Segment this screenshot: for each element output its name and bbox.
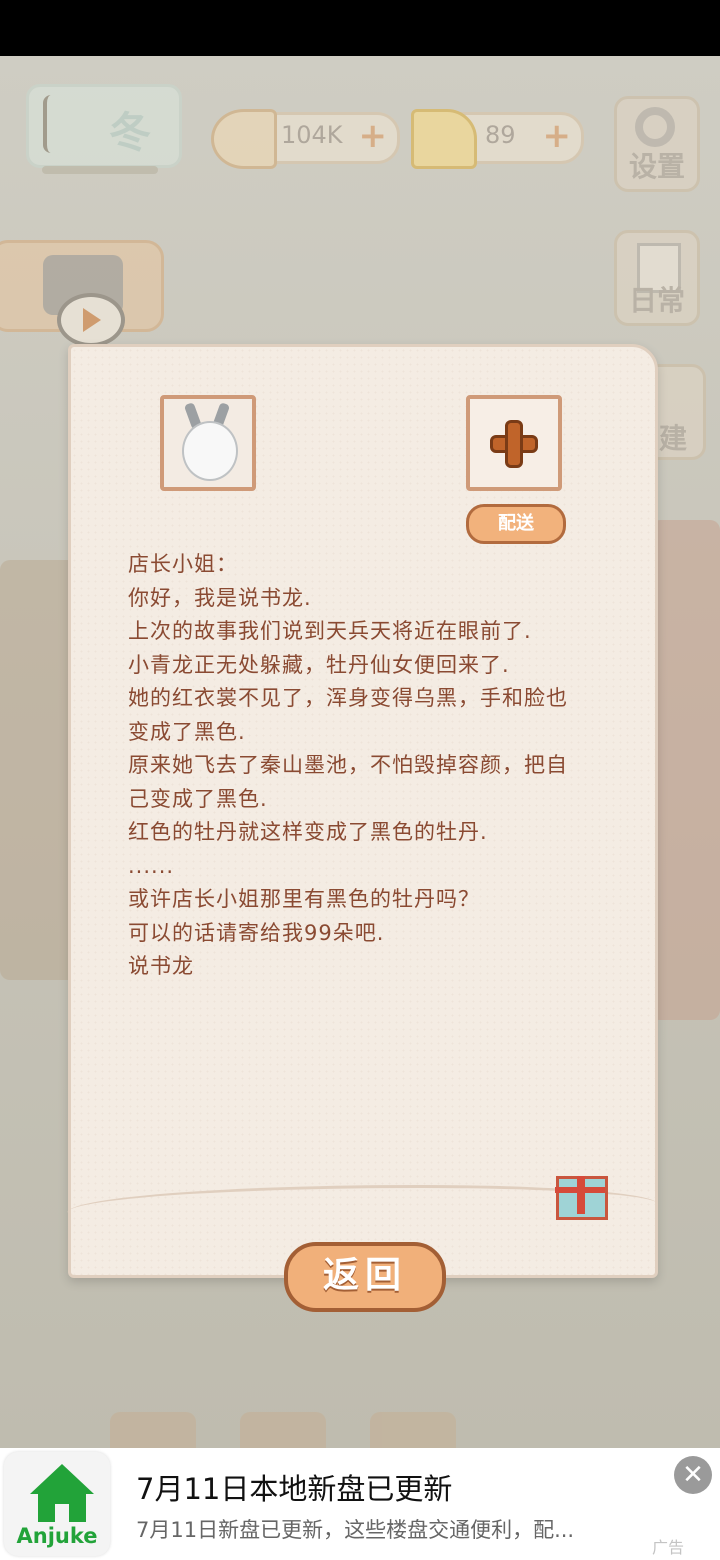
anjuke-logo: Anjuke (4, 1452, 110, 1556)
bottom-menu-item[interactable] (240, 1412, 326, 1448)
status-bar (0, 0, 720, 56)
season-badge[interactable]: 冬 (26, 84, 182, 168)
fish-bone-icon (211, 109, 277, 169)
plus-icon (505, 420, 523, 468)
ad-tag: 广告 (652, 1538, 685, 1557)
daily-button[interactable]: 日常 (614, 230, 700, 326)
gift-icon[interactable] (555, 1176, 608, 1220)
bottom-menu-item[interactable] (370, 1412, 456, 1448)
add-cheese-button[interactable]: + (543, 117, 572, 155)
cheese-icon (411, 109, 477, 169)
gear-icon (635, 107, 675, 147)
cheese-resource: 89 + (411, 109, 584, 169)
letter-body: 店长小姐： 你好，我是说书龙. 上次的故事我们说到天兵天将近在眼前了. 小青龙正… (128, 552, 568, 978)
ad-title: 7月11日本地新盘已更新 (136, 1472, 453, 1506)
add-fish-button[interactable]: + (359, 117, 388, 155)
sender-avatar (160, 395, 256, 491)
return-button[interactable]: 返回 (284, 1242, 446, 1312)
house-roof-icon (30, 1464, 94, 1494)
fish-resource: 104K + (211, 109, 400, 169)
cheese-value: 89 (485, 121, 516, 149)
dragon-face-icon (182, 421, 238, 481)
ad-description: 7月11日新盘已更新，这些楼盘交通便利，配... (136, 1518, 575, 1542)
pagoda-decoration (650, 520, 720, 1020)
fish-value: 104K (281, 121, 343, 149)
deliver-button[interactable]: 配送 (466, 504, 566, 544)
play-icon[interactable] (57, 293, 125, 347)
winter-tree-icon (43, 95, 97, 153)
season-progress-bar (42, 166, 158, 174)
video-reward-card[interactable] (0, 240, 164, 347)
season-label: 冬 (109, 108, 152, 157)
daily-label: 日常 (628, 284, 685, 317)
ad-banner[interactable]: Anjuke 7月11日本地新盘已更新 7月11日新盘已更新，这些楼盘交通便利，… (0, 1448, 720, 1560)
add-item-slot[interactable] (466, 395, 562, 491)
bottom-menu-strip (110, 1412, 610, 1488)
house-icon (38, 1492, 86, 1522)
ad-brand-label: Anjuke (16, 1524, 98, 1548)
settings-label: 设置 (628, 150, 685, 183)
bottom-menu-item[interactable] (110, 1412, 196, 1448)
ad-close-button[interactable]: ✕ (674, 1456, 712, 1494)
settings-button[interactable]: 设置 (614, 96, 700, 192)
